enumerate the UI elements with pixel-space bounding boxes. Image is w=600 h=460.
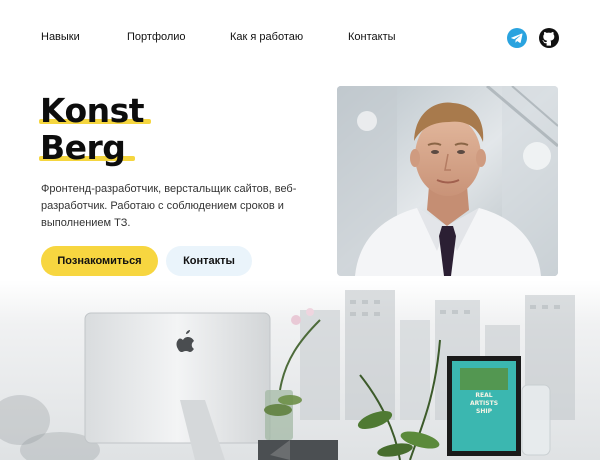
hero-title-line-2: Berg <box>40 128 126 167</box>
contacts-button[interactable]: Контакты <box>166 246 252 276</box>
hero-description: Фронтенд-разработчик, верстальщик сайтов… <box>41 183 297 229</box>
workspace-photo: REAL ARTISTS SHIP <box>0 280 600 460</box>
top-nav: Навыки Портфолио Как я работаю Контакты <box>0 0 600 76</box>
hero-title-line-1: Konst <box>40 91 145 130</box>
nav-link-portfolio[interactable]: Портфолио <box>127 31 186 43</box>
telegram-icon[interactable] <box>506 27 528 49</box>
portrait-photo <box>337 86 558 276</box>
nav-link-contacts[interactable]: Контакты <box>348 31 396 43</box>
nav-link-how-i-work[interactable]: Как я работаю <box>230 31 303 43</box>
hero-title: Konst Berg <box>39 91 151 167</box>
poster-text: REAL ARTISTS SHIP <box>469 392 499 415</box>
get-acquainted-button[interactable]: Познакомиться <box>41 246 158 276</box>
github-icon[interactable] <box>538 27 560 49</box>
nav-link-skills[interactable]: Навыки <box>41 31 80 43</box>
